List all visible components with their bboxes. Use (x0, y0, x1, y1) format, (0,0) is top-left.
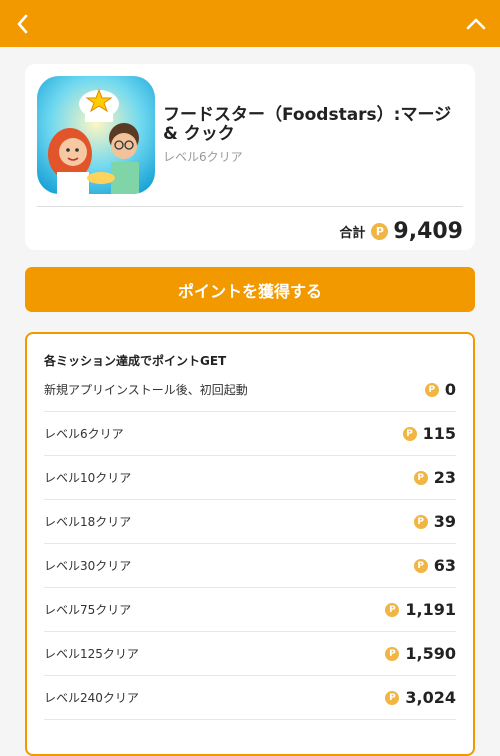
mission-label: レベル30クリア (44, 559, 132, 573)
total-label: 合計 (339, 225, 366, 241)
mission-value: 3,024 (405, 688, 456, 707)
app-card: フードスター（Foodstars）:マージ & クック レベル6クリア 合計 P… (25, 64, 475, 250)
back-chevron-icon[interactable] (10, 11, 36, 37)
mission-points: P 23 (413, 468, 456, 487)
list-item: レベル10クリア P 23 (44, 456, 456, 500)
app-title: フードスター（Foodstars）:マージ & クック (163, 105, 452, 144)
top-bar (0, 0, 500, 47)
mission-value: 1,191 (405, 600, 456, 619)
mission-points: P 39 (413, 512, 456, 531)
list-item: レベル75クリア P 1,191 (44, 588, 456, 632)
mission-value: 0 (444, 380, 456, 399)
mission-points: P 1,191 (385, 600, 456, 619)
list-item: 新規アプリインストール後、初回起動 P 0 (44, 368, 456, 412)
point-coin-icon: P (371, 222, 389, 240)
mission-value: 115 (422, 424, 456, 443)
point-coin-icon: P (424, 382, 439, 397)
mission-points: P 63 (413, 556, 456, 575)
list-item: レベル6クリア P 115 (44, 412, 456, 456)
point-coin-icon: P (402, 426, 417, 441)
point-coin-icon: P (413, 470, 428, 485)
collapse-chevron-up-icon[interactable] (462, 11, 490, 37)
mission-value: 1,590 (405, 644, 456, 663)
app-status: レベル6クリア (163, 150, 243, 164)
list-item: レベル125クリア P 1,590 (44, 632, 456, 676)
mission-value: 63 (433, 556, 456, 575)
mission-label: レベル125クリア (44, 647, 139, 661)
mission-points: P 3,024 (385, 688, 456, 707)
mission-header: 各ミッション達成でポイントGET (44, 354, 227, 368)
mission-value: 39 (433, 512, 456, 531)
list-item: レベル30クリア P 63 (44, 544, 456, 588)
mission-label: レベル6クリア (44, 427, 124, 441)
mission-label: レベル240クリア (44, 691, 139, 705)
point-coin-icon: P (385, 690, 400, 705)
mission-points: P 115 (402, 424, 456, 443)
mission-label: レベル10クリア (44, 471, 132, 485)
mission-list: 新規アプリインストール後、初回起動 P 0 レベル6クリア P 115 レベル1… (44, 368, 456, 720)
mission-label: レベル75クリア (44, 603, 132, 617)
foodstars-app-icon (37, 76, 155, 194)
get-points-button[interactable]: ポイントを獲得する (25, 267, 475, 312)
point-coin-icon: P (413, 558, 428, 573)
total-points: 9,409 (393, 218, 463, 244)
list-item: レベル18クリア P 39 (44, 500, 456, 544)
mission-points: P 0 (424, 380, 456, 399)
list-item: レベル240クリア P 3,024 (44, 676, 456, 720)
point-coin-icon: P (385, 602, 400, 617)
mission-label: レベル18クリア (44, 515, 132, 529)
mission-panel: 各ミッション達成でポイントGET 新規アプリインストール後、初回起動 P 0 レ… (25, 332, 475, 756)
divider (37, 206, 463, 207)
total-row: 合計 P 9,409 (339, 216, 463, 246)
mission-label: 新規アプリインストール後、初回起動 (44, 383, 248, 397)
point-coin-icon: P (413, 514, 428, 529)
mission-value: 23 (433, 468, 456, 487)
point-coin-icon: P (385, 646, 400, 661)
mission-points: P 1,590 (385, 644, 456, 663)
